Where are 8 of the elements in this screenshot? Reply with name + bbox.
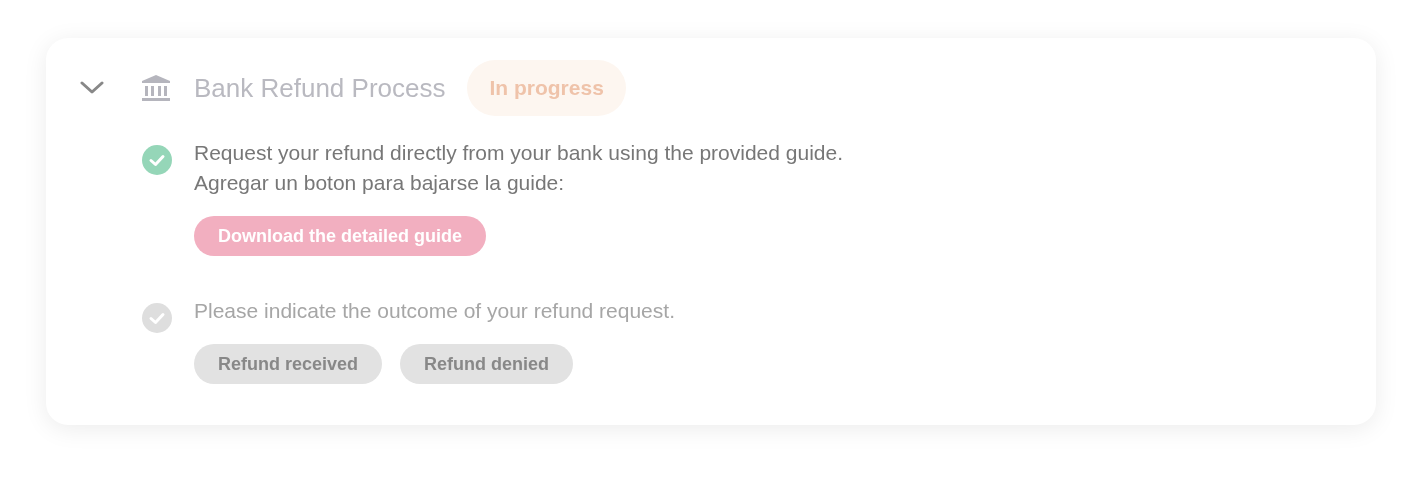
step-text: Please indicate the outcome of your refund request. — [194, 298, 675, 324]
status-badge: In progress — [467, 60, 626, 116]
chevron-down-icon[interactable] — [80, 81, 104, 95]
step-text: Request your refund directly from your bank using the provided guide. — [194, 140, 844, 166]
step-text: Agregar un boton para bajarse la guide: — [194, 170, 566, 196]
process-title: Bank Refund Process — [194, 72, 446, 104]
action-button[interactable]: Download the detailed guide — [194, 216, 486, 256]
bank-icon — [140, 74, 172, 102]
